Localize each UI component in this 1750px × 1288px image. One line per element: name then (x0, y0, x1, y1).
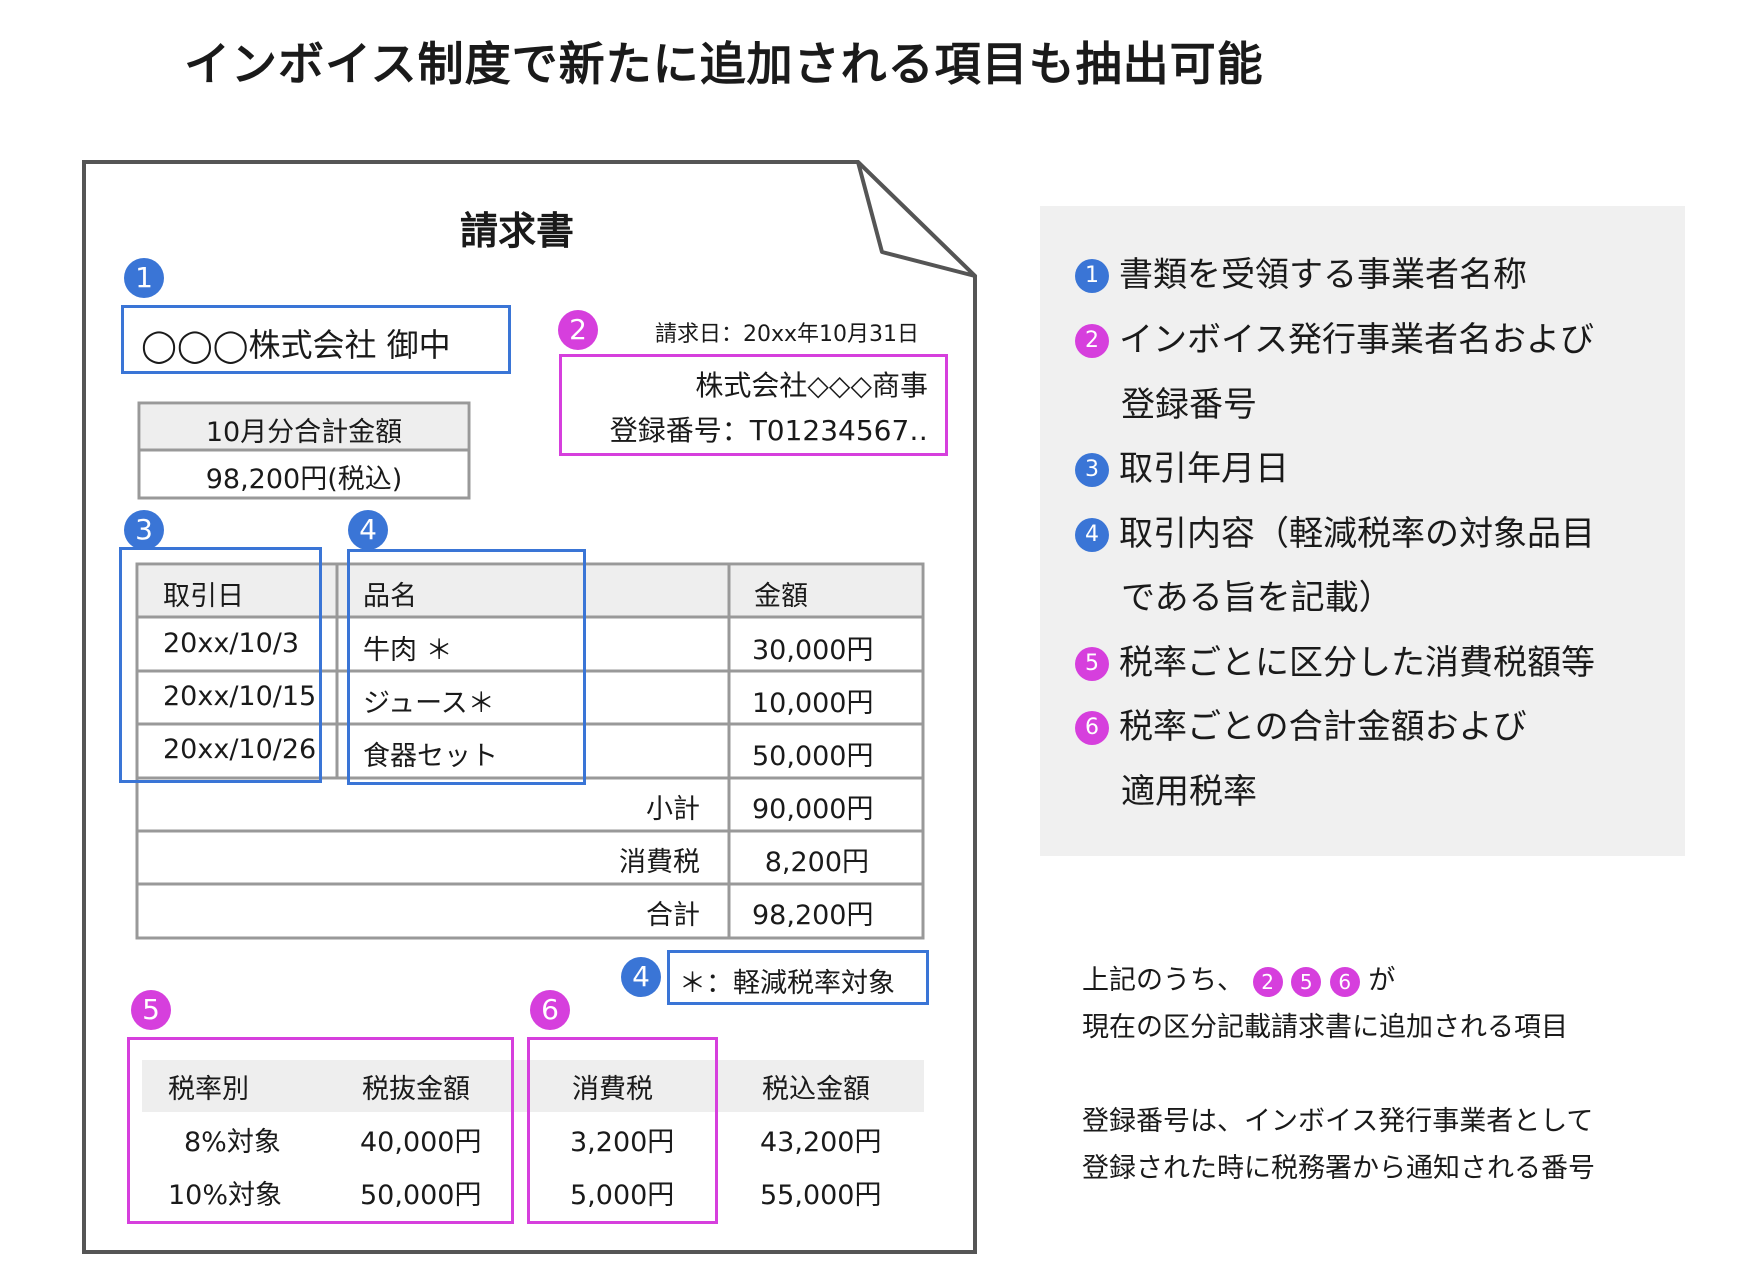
tax-row1-incl: 43,200円 (760, 1127, 882, 1158)
total-label: 合計 (646, 900, 700, 931)
legend-badge-4: 4 (1075, 518, 1109, 552)
header-amount: 金額 (754, 581, 808, 612)
row1-amount: 30,000円 (752, 635, 874, 666)
note-line-3: 登録番号は、インボイス発行事業者として (1082, 1106, 1594, 1137)
note-badge-6: 6 (1329, 966, 1360, 997)
total-box-label: 10月分合計金額 (205, 417, 403, 448)
legend-text-6: 税率ごとの合計金額および (1119, 707, 1527, 747)
legend-badge-5: 5 (1075, 647, 1109, 681)
legend-item-5: 5 税率ごとに区分した消費税額等 (1075, 635, 1595, 684)
tax-row2-incl: 55,000円 (760, 1180, 882, 1211)
total-value: 98,200円 (752, 900, 874, 931)
item-column-highlight (347, 549, 586, 785)
legend-text-5: 税率ごとに区分した消費税額等 (1119, 643, 1595, 683)
badge-4: 4 (348, 510, 388, 550)
legend-badge-2: 2 (1075, 324, 1109, 358)
note-line-1-post: が (1368, 965, 1396, 996)
legend-text-6b: 適用税率 (1121, 772, 1257, 812)
registration-number: 登録番号：T01234567‥ (609, 414, 928, 447)
note-line-1: 上記のうち、 2 5 6 が (1082, 958, 1395, 997)
legend-text-2b: 登録番号 (1121, 385, 1257, 425)
legend-item-4: 4 取引内容（軽減税率の対象品目 (1075, 506, 1595, 555)
reduced-note: ＊：軽減税率対象 (679, 968, 895, 999)
badge-3: 3 (124, 510, 164, 550)
legend-text-4b: である旨を記載） (1121, 578, 1393, 618)
invoice-heading: 請求書 (460, 209, 575, 253)
legend-text-2: インボイス発行事業者名および (1119, 320, 1594, 360)
legend-badge-3: 3 (1075, 453, 1109, 487)
subtotal-label: 小計 (646, 794, 700, 825)
tax-header-incl: 税込金額 (762, 1074, 870, 1105)
legend-text-1: 書類を受領する事業者名称 (1119, 255, 1527, 295)
issuer-name: 株式会社◇◇◇商事 (695, 369, 928, 402)
note-line-2: 現在の区分記載請求書に追加される項目 (1082, 1012, 1568, 1043)
badge-1: 1 (124, 258, 164, 298)
tax-label: 消費税 (619, 847, 700, 878)
tax-amount-highlight (527, 1037, 718, 1224)
tax-excl-highlight (127, 1037, 514, 1224)
subtotal-value: 90,000円 (752, 794, 874, 825)
legend-item-6: 6 税率ごとの合計金額および (1075, 699, 1527, 748)
legend-badge-6: 6 (1075, 711, 1109, 745)
total-box-value: 98,200円(税込) (205, 464, 403, 495)
note-badge-5: 5 (1291, 966, 1322, 997)
tax-value: 8,200円 (764, 847, 869, 878)
legend-text-4: 取引内容（軽減税率の対象品目 (1119, 514, 1595, 554)
badge-2: 2 (558, 310, 598, 350)
badge-5: 5 (131, 990, 171, 1030)
badge-6: 6 (530, 990, 570, 1030)
note-line-4: 登録された時に税務署から通知される番号 (1082, 1153, 1595, 1184)
recipient-name: ◯◯◯株式会社 御中 (141, 326, 451, 364)
date-column-highlight (119, 547, 322, 783)
legend-badge-1: 1 (1075, 259, 1109, 293)
badge-4-note: 4 (621, 957, 661, 997)
issue-date: 請求日：20xx年10月31日 (655, 322, 920, 347)
legend-item-2: 2 インボイス発行事業者名および (1075, 312, 1594, 361)
legend-text-3: 取引年月日 (1119, 449, 1289, 489)
legend-item-3: 3 取引年月日 (1075, 441, 1289, 490)
row3-amount: 50,000円 (752, 741, 874, 772)
legend-item-1: 1 書類を受領する事業者名称 (1075, 247, 1527, 296)
row2-amount: 10,000円 (752, 688, 874, 719)
note-badge-2: 2 (1252, 966, 1283, 997)
note-line-1-pre: 上記のうち、 (1082, 965, 1244, 996)
